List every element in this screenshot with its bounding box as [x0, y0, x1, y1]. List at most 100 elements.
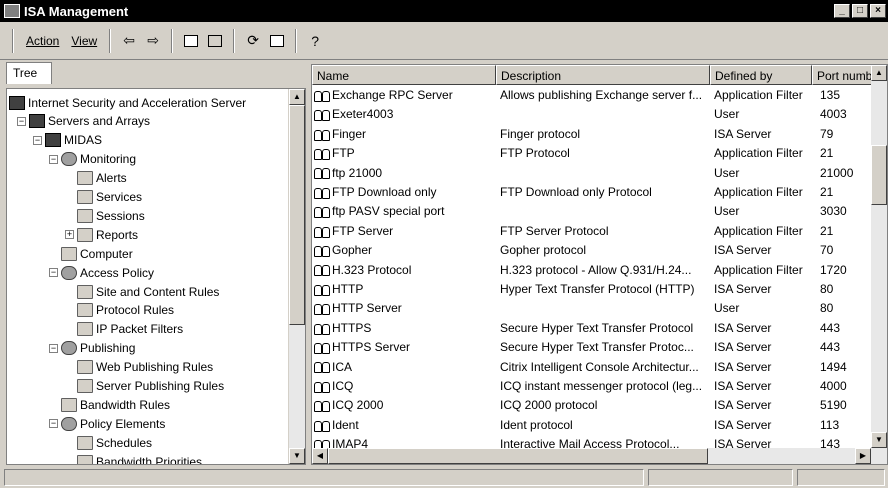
tree-item[interactable]: Schedules — [65, 433, 152, 452]
minimize-button[interactable]: _ — [834, 4, 850, 18]
list-row[interactable]: HTTP Server User 80 — [312, 299, 872, 319]
scroll-right-icon[interactable]: ▶ — [855, 448, 871, 464]
tree-item[interactable]: Bandwidth Rules — [49, 395, 170, 414]
protocol-name-cell: H.323 Protocol — [314, 263, 494, 277]
protocol-name: Gopher — [332, 243, 373, 258]
tree-item[interactable]: Computer — [49, 244, 133, 263]
list-row[interactable]: HTTPS Secure Hyper Text Transfer Protocol… — [312, 319, 872, 339]
column-header-port[interactable]: Port numb — [812, 65, 873, 85]
toolbar-separator — [109, 28, 112, 53]
help-icon[interactable]: ? — [303, 30, 327, 52]
toolbar-separator — [233, 28, 236, 53]
list-row[interactable]: ftp 21000 User 21000 — [312, 164, 872, 184]
list-row[interactable]: ICA Citrix Intelligent Console Architectu… — [312, 358, 872, 378]
tree-item[interactable]: Server Publishing Rules — [65, 377, 224, 396]
protocol-description: ICQ instant messenger protocol (leg... — [500, 379, 703, 393]
tree-item[interactable]: Alerts — [65, 169, 127, 188]
tree-item-label: Monitoring — [80, 152, 137, 167]
menu-view[interactable]: View — [65, 30, 103, 52]
tree-item[interactable]: Protocol Rules — [65, 301, 174, 320]
protocol-description: FTP Protocol — [500, 146, 570, 161]
collapse-icon[interactable]: − — [49, 268, 58, 278]
list-scroll-thumb[interactable] — [871, 145, 887, 205]
scroll-left-icon[interactable]: ◀ — [312, 448, 328, 464]
tree-item[interactable]: + Reports — [65, 225, 138, 244]
list-row[interactable]: HTTP Hyper Text Transfer Protocol (HTTP) I… — [312, 280, 872, 300]
scroll-up-icon[interactable]: ▲ — [871, 65, 887, 81]
tree-item[interactable]: Sessions — [65, 206, 145, 225]
list-row[interactable]: H.323 Protocol H.323 protocol - Allow Q.9… — [312, 261, 872, 281]
list-horizontal-scrollbar[interactable]: ◀ ▶ — [312, 448, 887, 464]
list-row[interactable]: Exchange RPC Server Allows publishing Exc… — [312, 86, 872, 106]
app-icon — [4, 4, 20, 18]
window-title: ISA Management — [24, 3, 129, 19]
tree-item[interactable]: − Publishing — [49, 339, 135, 358]
tree-item-label: Web Publishing Rules — [96, 360, 214, 375]
list-row[interactable]: Ident Ident protocol ISA Server 113 — [312, 416, 872, 436]
menu-action[interactable]: Action — [20, 30, 65, 52]
tree-item[interactable]: Services — [65, 188, 142, 207]
tree-item[interactable]: − Access Policy — [49, 263, 154, 282]
tree-item[interactable]: Bandwidth Priorities — [65, 452, 203, 465]
tree-item[interactable]: IP Packet Filters — [65, 320, 183, 339]
tree-scrollbar[interactable]: ▲ ▼ — [288, 89, 305, 464]
protocol-port: 4000 — [820, 379, 847, 393]
up-folder-icon[interactable] — [179, 30, 203, 52]
list-row[interactable]: Exeter4003 User 4003 — [312, 105, 872, 125]
protocol-icon — [314, 400, 330, 413]
collapse-icon[interactable]: − — [33, 135, 42, 145]
protocol-name: ICA — [332, 359, 353, 374]
protocol-icon — [314, 109, 330, 122]
list-row[interactable]: Gopher Gopher protocol ISA Server 70 — [312, 241, 872, 261]
scroll-down-icon[interactable]: ▼ — [871, 432, 887, 448]
tree-item[interactable]: Site and Content Rules — [65, 282, 219, 301]
protocol-description: Finger protocol — [500, 126, 581, 141]
list-row[interactable]: HTTPS Server Secure Hyper Text Transfer P… — [312, 338, 872, 358]
back-arrow-icon[interactable]: ⇦ — [117, 30, 141, 52]
tree-item-label: Bandwidth Priorities — [96, 454, 203, 465]
list-hscroll-thumb[interactable] — [328, 448, 708, 464]
tree-item[interactable]: − Monitoring — [49, 150, 136, 169]
tree-item-label: MIDAS — [64, 133, 103, 148]
protocol-description: FTP Download only Protocol — [500, 185, 652, 199]
collapse-icon[interactable]: − — [49, 343, 58, 353]
show-hide-tree-icon[interactable] — [203, 30, 227, 52]
collapse-icon[interactable]: − — [49, 419, 58, 429]
column-header-defined-by[interactable]: Defined by — [710, 65, 812, 85]
column-header-name[interactable]: Name — [312, 65, 496, 85]
tree-scroll-thumb[interactable] — [289, 105, 305, 325]
close-button[interactable]: × — [870, 4, 886, 18]
list-row[interactable]: FTP Server FTP Server Protocol Application… — [312, 222, 872, 242]
collapse-icon[interactable]: − — [49, 154, 58, 164]
status-panel-secondary — [648, 469, 793, 486]
tree-item[interactable]: Internet Security and Acceleration Serve… — [9, 93, 246, 112]
tree-item[interactable]: − Servers and Arrays — [17, 112, 150, 131]
maximize-button[interactable]: □ — [852, 4, 868, 18]
export-list-icon[interactable] — [265, 30, 289, 52]
list-vertical-scrollbar[interactable]: ▲ ▼ — [871, 65, 887, 448]
list-row[interactable]: FTP Download only FTP Download only Proto… — [312, 183, 872, 203]
scroll-up-icon[interactable]: ▲ — [289, 89, 305, 105]
protocol-name: ICQ 2000 — [332, 398, 384, 413]
forward-arrow-icon[interactable]: ⇨ — [141, 30, 165, 52]
expand-icon[interactable]: + — [65, 230, 74, 240]
protocol-description: FTP Server Protocol — [500, 223, 609, 238]
tree-item[interactable]: − MIDAS — [33, 131, 102, 150]
protocol-name-cell: FTP Server — [314, 224, 494, 238]
tree-item[interactable]: − Policy Elements — [49, 414, 165, 433]
protocol-name-cell: Ident — [314, 418, 494, 432]
list-row[interactable]: ftp PASV special port User 3030 — [312, 202, 872, 222]
collapse-icon[interactable]: − — [17, 116, 26, 126]
protocol-icon — [314, 226, 330, 238]
scroll-down-icon[interactable]: ▼ — [289, 448, 305, 464]
tab-tree[interactable]: Tree — [6, 62, 52, 84]
list-row[interactable]: FTP FTP Protocol Application Filter 21 — [312, 144, 872, 164]
list-row[interactable]: ICQ 2000 ICQ 2000 protocol ISA Server 5190 — [312, 396, 872, 416]
list-row[interactable]: Finger Finger protocol ISA Server 79 — [312, 125, 872, 145]
tree-item[interactable]: Web Publishing Rules — [65, 358, 213, 377]
refresh-icon[interactable]: ⟳ — [241, 30, 265, 52]
protocol-defined-by: User — [714, 301, 740, 316]
protocol-icon — [314, 90, 330, 102]
column-header-description[interactable]: Description — [496, 65, 710, 85]
list-row[interactable]: ICQ ICQ instant messenger protocol (leg..… — [312, 377, 872, 397]
